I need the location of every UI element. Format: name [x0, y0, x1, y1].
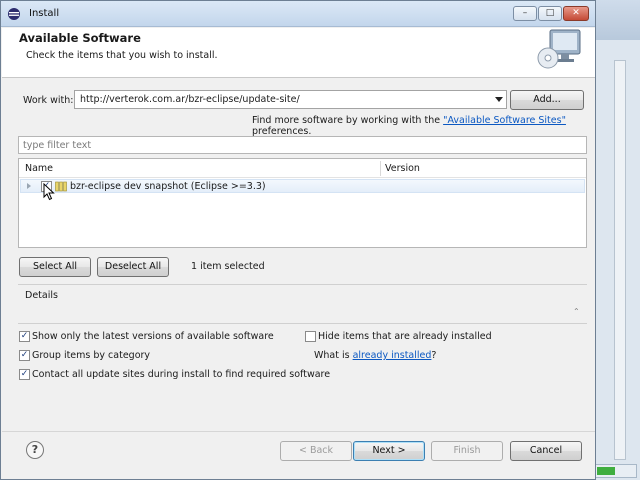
hide-installed-checkbox[interactable]: [305, 331, 316, 342]
what-is-installed-text: What is already installed?: [314, 350, 436, 361]
background-window-toolbar: [591, 0, 640, 40]
show-latest-checkbox[interactable]: ✓: [19, 331, 30, 342]
work-with-combo[interactable]: http://verterok.com.ar/bzr-eclipse/updat…: [74, 90, 507, 109]
column-name[interactable]: Name: [25, 163, 53, 174]
install-software-icon: [537, 29, 581, 69]
mouse-pointer-icon: [43, 183, 55, 201]
background-progress-indicator: [597, 467, 615, 475]
details-panel: Details: [18, 284, 587, 324]
what-is-prefix: What is: [314, 350, 353, 361]
window-title: Install: [29, 8, 60, 19]
background-window: [590, 0, 640, 480]
install-dialog: Install – □ ✕ Available Software Check t…: [0, 0, 596, 480]
deselect-all-button[interactable]: Deselect All: [97, 257, 169, 277]
hide-installed-label: Hide items that are already installed: [318, 331, 492, 342]
row-name: bzr-eclipse dev snapshot (Eclipse >=3.3): [70, 181, 266, 192]
close-button[interactable]: ✕: [563, 6, 589, 21]
finish-button[interactable]: Finish: [431, 441, 503, 461]
tree-row[interactable]: ✓ bzr-eclipse dev snapshot (Eclipse >=3.…: [20, 179, 585, 193]
find-more-prefix: Find more software by working with the: [252, 115, 444, 126]
available-software-sites-link[interactable]: "Available Software Sites": [443, 115, 566, 126]
next-button[interactable]: Next >: [353, 441, 425, 461]
back-button[interactable]: < Back: [280, 441, 352, 461]
feature-group-icon: [55, 181, 67, 192]
contact-all-sites-label: Contact all update sites during install …: [32, 369, 331, 380]
column-version[interactable]: Version: [385, 163, 420, 174]
page-subtitle: Check the items that you wish to install…: [26, 50, 218, 61]
wizard-header: Available Software Check the items that …: [2, 28, 595, 78]
footer-divider: [2, 431, 595, 432]
tree-header: Name Version: [19, 159, 586, 178]
filter-placeholder: type filter text: [23, 140, 92, 151]
add-site-button[interactable]: Add...: [510, 90, 584, 110]
group-by-category-checkbox[interactable]: ✓: [19, 350, 30, 361]
software-tree[interactable]: Name Version ✓ bzr-eclipse dev snapshot …: [18, 158, 587, 248]
already-installed-link[interactable]: already installed: [353, 350, 432, 361]
contact-all-sites-checkbox[interactable]: ✓: [19, 369, 30, 380]
expand-arrow-icon[interactable]: [27, 183, 31, 189]
what-is-suffix: ?: [431, 350, 437, 361]
maximize-button[interactable]: □: [538, 6, 562, 21]
work-with-label: Work with:: [23, 95, 74, 106]
work-with-value: http://verterok.com.ar/bzr-eclipse/updat…: [80, 94, 300, 105]
column-separator[interactable]: [380, 161, 381, 176]
find-more-text: Find more software by working with the "…: [252, 115, 595, 137]
filter-input[interactable]: type filter text: [18, 136, 587, 154]
details-label: Details: [25, 290, 58, 301]
details-scroll-icon[interactable]: ⌃: [573, 307, 581, 319]
selection-status: 1 item selected: [191, 261, 265, 272]
chevron-down-icon[interactable]: [495, 97, 503, 102]
help-icon[interactable]: ?: [26, 441, 44, 459]
eclipse-app-icon: [8, 8, 20, 20]
show-latest-label: Show only the latest versions of availab…: [32, 331, 274, 342]
group-by-category-label: Group items by category: [32, 350, 151, 361]
background-window-scrollbar[interactable]: [614, 60, 626, 460]
cancel-button[interactable]: Cancel: [510, 441, 582, 461]
page-title: Available Software: [19, 31, 141, 45]
select-all-button[interactable]: Select All: [19, 257, 91, 277]
minimize-button[interactable]: –: [513, 6, 537, 21]
title-bar: Install – □ ✕: [1, 1, 595, 27]
